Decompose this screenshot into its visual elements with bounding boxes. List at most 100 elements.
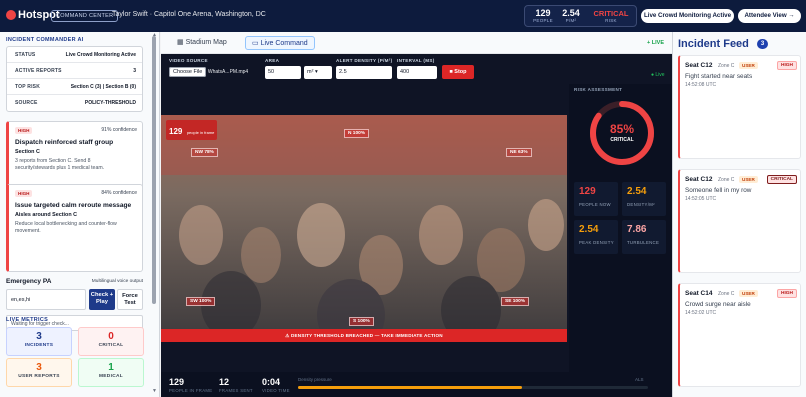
pa-multilingual-label: Multilingual voice output <box>91 279 143 284</box>
recommendation-title: Dispatch reinforced staff group <box>15 139 114 146</box>
scroll-up-icon[interactable]: ▲ <box>152 32 157 38</box>
map-icon: ▦ <box>177 39 186 46</box>
density-stat-label: P/M² <box>565 18 577 23</box>
incident-zone: Zone C <box>718 291 735 297</box>
incident-card[interactable]: Seat C12 Zone C USER HIGH Fight started … <box>678 55 801 159</box>
incidents-value: 3 <box>36 331 42 342</box>
command-center-badge: COMMAND CENTER <box>51 10 119 22</box>
top-bar: Hotspot COMMAND CENTER Taylor Swift · Ca… <box>0 0 806 32</box>
density-pressure-fill <box>298 386 522 389</box>
video-file-name: WhatsA...PM.mp4 <box>207 69 249 75</box>
source-row: SOURCE POLICY-THRESHOLD <box>7 95 142 111</box>
zone-ne: NE 63% <box>506 148 532 157</box>
medical-label: MEDICAL <box>99 374 123 379</box>
event-info: Taylor Swift · Capitol One Arena, Washin… <box>112 11 266 18</box>
incident-time: 14:52:05 UTC <box>685 196 717 202</box>
density-alert-banner: ⚠ DENSITY THRESHOLD BREACHED — TAKE IMME… <box>161 329 567 342</box>
status-value: Live Crowd Monitoring Active <box>65 52 136 58</box>
chevron-down-icon: ▾ <box>314 69 318 75</box>
attendee-view-button[interactable]: Attendee View → <box>738 9 801 23</box>
pa-title: Emergency PA <box>6 278 52 285</box>
tab-live-command[interactable]: ▭ Live Command <box>245 36 315 50</box>
incident-source-badge: USER <box>739 176 758 183</box>
scroll-down-icon[interactable]: ▼ <box>152 388 157 394</box>
top-risk-key: TOP RISK <box>15 84 41 90</box>
incident-feed-title: Incident Feed <box>678 38 749 50</box>
area-unit-select[interactable]: m² ▾ <box>304 66 332 79</box>
recommendation-desc-line2: movement. <box>15 228 41 234</box>
top-risk-row: TOP RISK Section C (3) | Section B (0) <box>7 79 142 95</box>
incident-count-badge: 3 <box>757 39 768 49</box>
frame-people-label: PEOPLE IN FRAME <box>169 388 213 393</box>
live-indicator: ● Live <box>651 72 665 78</box>
incident-severity-badge: HIGH <box>777 289 797 298</box>
recommendation-desc-line1: 3 reports from Section C. Send 8 <box>15 158 91 164</box>
video-time-label: VIDEO TIME <box>262 388 290 393</box>
confidence-text: 84% confidence <box>101 190 137 196</box>
people-stat: 129 PEOPLE <box>529 8 557 23</box>
people-now-label: PEOPLE NOW <box>579 202 611 207</box>
source-key: SOURCE <box>15 100 38 106</box>
incident-card[interactable]: Seat C12 Zone C USER CRITICAL Someone fe… <box>678 169 801 273</box>
check-play-button[interactable]: Check + Play <box>89 289 115 310</box>
recommendation-card[interactable]: HIGH 84% confidence Issue targeted calm … <box>6 184 143 272</box>
live-command-view: VIDEO SOURCE Choose File WhatsA...PM.mp4… <box>161 54 672 397</box>
people-count-badge: 129 people in frame <box>166 120 218 140</box>
tab-stadium-map[interactable]: ▦ Stadium Map <box>177 38 227 46</box>
video-source-control: Choose File WhatsA...PM.mp4 <box>169 66 261 79</box>
top-risk-value: Section C (3) | Section B (0) <box>70 84 136 90</box>
medical-value: 1 <box>108 362 114 373</box>
active-reports-value: 3 <box>133 68 136 74</box>
turbulence-label: TURBULENCE <box>627 240 660 245</box>
stop-button[interactable]: ■ Stop <box>442 65 474 79</box>
interval-input[interactable]: 400 <box>397 66 437 79</box>
left-panel-scrollbar[interactable] <box>152 36 156 304</box>
priority-badge: HIGH <box>15 190 33 197</box>
tab-live-command-label: Live Command <box>260 40 308 47</box>
active-reports-key: ACTIVE REPORTS <box>15 68 62 74</box>
people-now-value: 129 <box>579 186 596 197</box>
command-center-main: ▦ Stadium Map ▭ Live Command + LIVE VIDE… <box>161 32 672 397</box>
status-key: STATUS <box>15 52 36 58</box>
density-stat-value: 2.54 <box>562 8 580 18</box>
incident-text: Fight started near seats <box>685 73 753 80</box>
incident-time: 14:52:08 UTC <box>685 82 717 88</box>
recommendation-location: Aisles around Section C <box>15 212 78 218</box>
recommendation-desc-line1: Reduce local bottlenecking and counter-f… <box>15 221 117 227</box>
incident-time: 14:52:02 UTC <box>685 310 717 316</box>
crowd-video-feed[interactable]: 129 people in frame NW 78% N 100% NE 63%… <box>161 115 567 342</box>
video-time-value: 0:04 <box>262 377 281 387</box>
incident-card[interactable]: Seat C14 Zone C USER HIGH Crowd surge ne… <box>678 283 801 387</box>
priority-badge: HIGH <box>15 127 33 134</box>
peak-density-value: 2.54 <box>579 224 599 235</box>
choose-file-button[interactable]: Choose File <box>169 67 207 77</box>
density-stat: 2.54 P/M² <box>558 8 584 23</box>
people-count-label: people in frame <box>186 130 215 135</box>
active-reports-row: ACTIVE REPORTS 3 <box>7 63 142 79</box>
zone-se: SE 100% <box>501 297 530 306</box>
source-value: POLICY-THRESHOLD <box>84 100 136 106</box>
incident-zone: Zone C <box>718 63 735 69</box>
tab-stadium-map-label: Stadium Map <box>185 39 227 46</box>
incident-commander-panel: INCIDENT COMMANDER AI STATUS Live Crowd … <box>0 32 160 397</box>
live-tag: + LIVE <box>647 40 664 46</box>
incidents-label: INCIDENTS <box>24 343 54 348</box>
status-table: STATUS Live Crowd Monitoring Active ACTI… <box>6 46 143 112</box>
density-label: DENSITY/M² <box>627 202 655 207</box>
user-reports-metric: 3 USER REPORTS <box>6 358 72 387</box>
alert-density-input[interactable]: 2.5 <box>336 66 392 79</box>
video-icon: ▭ <box>252 40 261 47</box>
frame-stats-bar: 129 PEOPLE IN FRAME 12 FRAMES SENT 0:04 … <box>161 372 672 397</box>
user-reports-value: 3 <box>36 362 42 373</box>
area-unit-value: m² <box>307 69 314 75</box>
zone-s: S 100% <box>349 317 374 326</box>
live-monitoring-button[interactable]: Live Crowd Monitoring Active <box>641 9 734 23</box>
density-cell: 2.54 DENSITY/M² <box>622 182 666 216</box>
pa-languages-input[interactable]: en,es,hi <box>6 289 86 310</box>
risk-assessment-panel: RISK ASSESSMENT 85% CRITICAL 129 PEOPLE … <box>569 84 672 372</box>
critical-metric: 0 CRITICAL <box>78 327 144 356</box>
area-input[interactable]: 50 <box>265 66 301 79</box>
risk-stat-label: RISK <box>605 18 617 23</box>
hotspot-logo-icon <box>6 10 16 20</box>
force-test-button[interactable]: Force Test <box>117 289 143 310</box>
